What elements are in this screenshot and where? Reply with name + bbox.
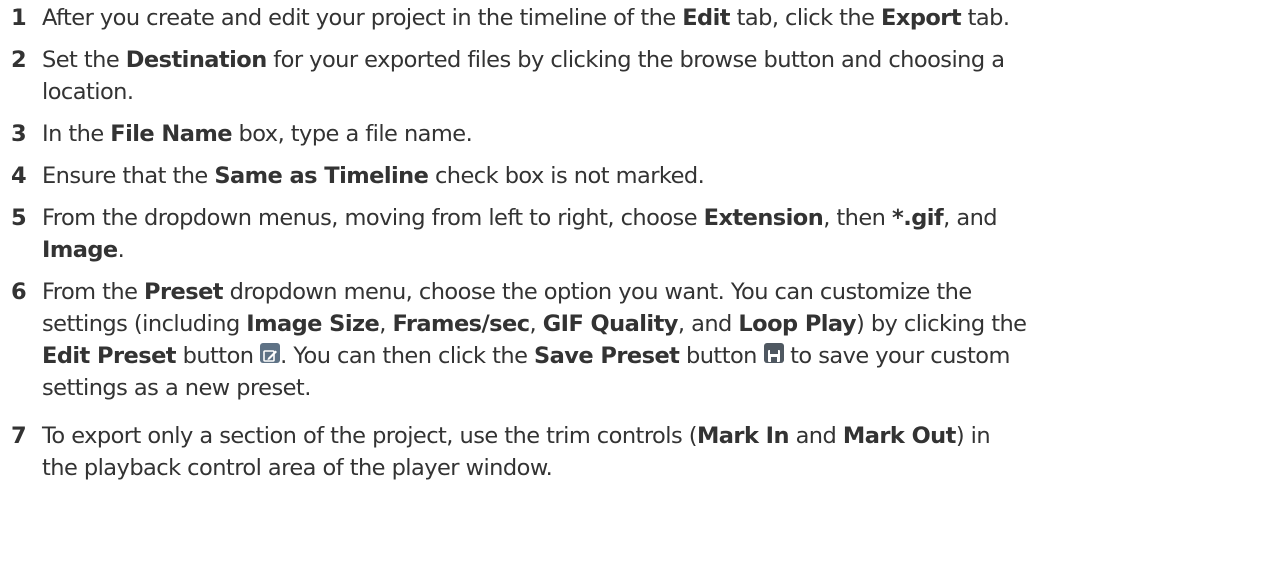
step-text: , and [677,311,739,337]
step-text: ) by clicking the [856,311,1027,337]
step-text-line: Ensure that the Same as Timeline check b… [42,160,705,192]
ui-term: Save Preset [534,343,680,369]
step-number: 1 [11,5,27,31]
step-3: 3 In the File Name box, type a file name. [11,118,1261,150]
step-number: 2 [11,47,27,73]
step-4: 4 Ensure that the Same as Timeline check … [11,160,1261,192]
step-text: , and [943,205,998,231]
step-text: In the [42,121,111,147]
ui-term: Destination [125,47,267,73]
ui-term: Image Size [246,311,380,337]
step-1: 1 After you create and edit your project … [11,2,1261,34]
step-text: tab, click the [729,5,882,31]
ui-term: Same as Timeline [214,163,429,189]
step-text: ) in [955,423,991,449]
edit-preset-icon [260,343,281,363]
step-text: settings as a new preset. [42,375,311,401]
ui-term: Loop Play [738,311,856,337]
step-number: 7 [11,423,27,449]
step-text-line: Set the Destination for your exported fi… [42,44,1005,76]
step-text: From the [42,279,145,305]
step-text: tab. [961,5,1010,31]
ui-term: Mark Out [842,423,957,449]
ui-term: Mark In [696,423,790,449]
ui-term: File Name [110,121,232,147]
step-text-line: location. [42,76,134,108]
ui-term: Frames/sec [392,311,530,337]
step-text: , [379,311,393,337]
step-text-line: Image. [42,234,125,266]
step-text: Set the [42,47,126,73]
step-number: 4 [11,163,27,189]
step-text: the playback control area of the player … [42,455,553,481]
step-text: settings (including [42,311,247,337]
ui-term: Extension [703,205,824,231]
step-text: box, type a file name. [231,121,473,147]
step-text: From the dropdown menus, moving from lef… [42,205,704,231]
step-text: location. [42,79,134,105]
step-number: 5 [11,205,27,231]
step-7: 7 To export only a section of the project… [11,420,1261,484]
step-text-line: In the File Name box, type a file name. [42,118,473,150]
step-2: 2 Set the Destination for your exported f… [11,44,1261,108]
step-text: After you create and edit your project i… [42,5,683,31]
step-text: , [529,311,543,337]
step-text: Ensure that the [42,163,215,189]
save-preset-icon [763,343,784,363]
step-number: 3 [11,121,27,147]
step-text: , then [823,205,892,231]
step-text: check box is not marked. [428,163,705,189]
ui-term: Preset [144,279,224,305]
step-text-line: From the Preset dropdown menu, choose th… [42,276,972,308]
ui-term: Edit Preset [42,343,177,369]
step-text: for your exported files by clicking the … [266,47,1005,73]
step-text-line: settings (including Image Size, Frames/s… [42,308,1027,340]
step-number: 6 [11,279,27,305]
ui-term: GIF Quality [542,311,679,337]
step-text: button [175,343,261,369]
step-text: To export only a section of the project,… [42,423,698,449]
step-text: . [117,237,125,263]
ui-term: *.gif [891,205,944,231]
step-text-line: settings as a new preset. [42,372,311,404]
ui-term: Export [881,5,962,31]
step-text-line: Edit Preset button . You can then click … [42,340,1010,372]
step-text: button [679,343,764,369]
step-text-line: From the dropdown menus, moving from lef… [42,202,998,234]
ui-term: Edit [682,5,730,31]
step-text: and [788,423,843,449]
step-6: 6 From the Preset dropdown menu, choose t… [11,276,1261,404]
step-text: to save your custom [783,343,1010,369]
step-text-line: After you create and edit your project i… [42,2,1010,34]
step-text: . You can then click the [280,343,535,369]
step-text-line: the playback control area of the player … [42,452,553,484]
step-5: 5 From the dropdown menus, moving from le… [11,202,1261,266]
step-text: dropdown menu, choose the option you wan… [223,279,973,305]
ui-term: Image [42,237,118,263]
step-text-line: To export only a section of the project,… [42,420,991,452]
